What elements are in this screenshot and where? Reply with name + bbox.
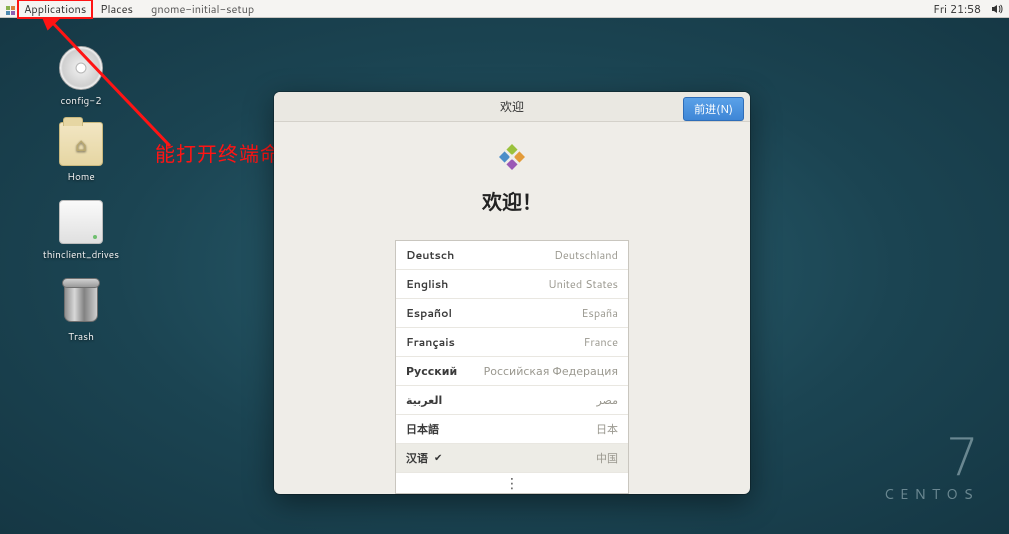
welcome-dialog: 欢迎 前进(N) 欢迎！ Deutsch Deutschland English Un… [274,92,750,494]
icon-label: Home [36,170,126,184]
welcome-heading: 欢迎！ [482,186,542,216]
desktop-icon-trash[interactable]: Trash [36,282,126,344]
language-country: 中国 [596,450,618,466]
dialog-header: 欢迎 前进(N) [274,92,750,122]
language-country: España [582,305,618,321]
language-country: مصر [596,392,618,408]
language-row[interactable]: 汉语✔ 中国 [396,444,628,473]
dialog-title: 欢迎 [500,98,524,115]
language-country: Российская Федерация [484,363,618,379]
language-name: Русский [406,363,457,379]
centos-version: 7 [884,435,979,482]
language-row[interactable]: Français France [396,328,628,357]
language-name: Español [406,305,452,321]
checkmark-icon: ✔ [434,451,442,465]
clock[interactable]: Fri 21:58 [933,1,981,17]
volume-icon[interactable] [991,3,1003,15]
language-row[interactable]: Español España [396,299,628,328]
icon-label: Trash [36,330,126,344]
language-country: 日本 [596,421,618,437]
language-name: 日本語 [406,421,439,437]
more-languages-button[interactable]: ⋮ [396,473,628,493]
trash-icon [59,282,103,326]
language-row[interactable]: العربية مصر [396,386,628,415]
desktop-icon-home[interactable]: ⌂ Home [36,122,126,184]
language-country: Deutschland [554,247,618,263]
language-name: Deutsch [406,247,454,263]
centos-name: CENTOS [884,484,979,504]
icon-label: thinclient_drives [36,248,126,262]
active-app-title: gnome-initial-setup [141,0,264,18]
language-name: العربية [406,392,442,408]
desktop-icon-config2[interactable]: config-2 [36,46,126,108]
centos-watermark: 7 CENTOS [884,435,979,504]
next-button[interactable]: 前进(N) [683,97,744,121]
centos-logo-icon [491,136,533,178]
language-name: English [406,276,448,292]
language-row[interactable]: Deutsch Deutschland [396,241,628,270]
places-menu[interactable]: Places [94,0,139,18]
icon-label: config-2 [36,94,126,108]
distro-logo-icon [6,4,16,14]
dialog-body: 欢迎！ Deutsch Deutschland English United Stat… [274,122,750,494]
optical-disc-icon [59,46,103,90]
top-panel: Applications Places gnome-initial-setup … [0,0,1009,18]
language-country: France [584,334,618,350]
language-row[interactable]: English United States [396,270,628,299]
drive-icon [59,200,103,244]
language-name: 汉语✔ [406,450,442,466]
language-country: United States [548,276,618,292]
language-name: Français [406,334,455,350]
applications-menu[interactable]: Applications [18,0,92,18]
language-list: Deutsch Deutschland English United States Es… [395,240,629,494]
language-row[interactable]: 日本語 日本 [396,415,628,444]
folder-icon: ⌂ [59,122,103,166]
language-row[interactable]: Русский Российская Федерация [396,357,628,386]
desktop-icon-thinclient[interactable]: thinclient_drives [36,200,126,262]
